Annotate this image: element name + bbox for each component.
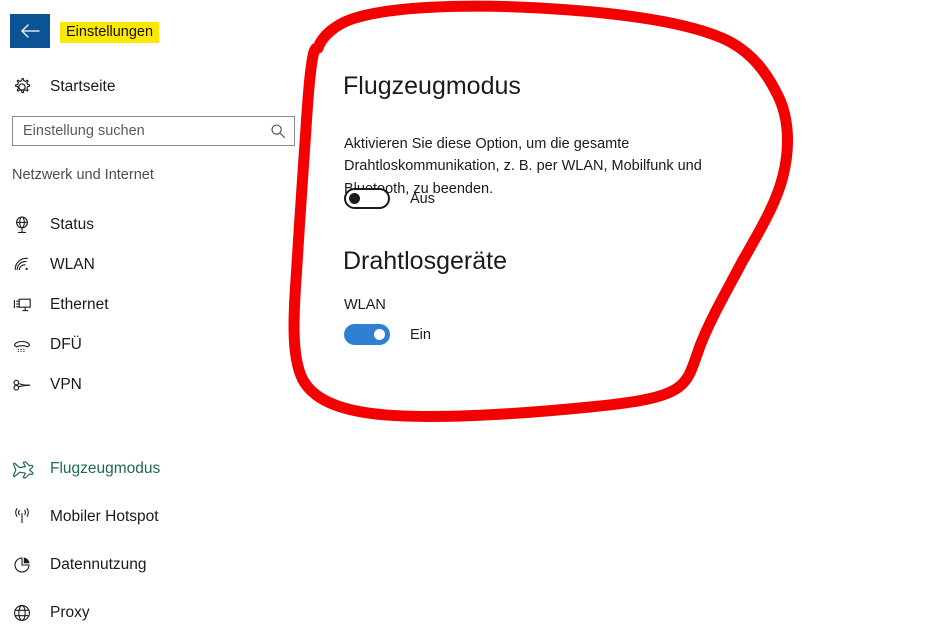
sidebar-item-label: Startseite: [50, 78, 116, 95]
gear-icon: [12, 77, 46, 97]
window-title: Einstellungen: [60, 22, 160, 43]
toggle-knob: [349, 193, 360, 204]
toggle-knob: [374, 329, 385, 340]
sidebar-item-label: WLAN: [50, 256, 95, 273]
sidebar-item-label: Ethernet: [50, 296, 109, 313]
page-title: Flugzeugmodus: [343, 72, 521, 100]
sidebar-item-wlan[interactable]: WLAN: [0, 248, 300, 282]
wlan-toggle-state: Ein: [410, 326, 431, 343]
wlan-toggle[interactable]: [344, 324, 390, 345]
sidebar-item-data-usage[interactable]: Datennutzung: [0, 548, 300, 582]
network-status-icon: [12, 215, 46, 235]
wlan-toggle-row[interactable]: Ein: [344, 324, 431, 345]
sidebar-item-label: Mobiler Hotspot: [50, 508, 159, 525]
sidebar-item-label: Datennutzung: [50, 556, 147, 573]
wlan-device-label: WLAN: [344, 297, 386, 313]
sidebar-item-vpn[interactable]: VPN: [0, 368, 300, 402]
sidebar-item-home[interactable]: Startseite: [0, 70, 300, 104]
sidebar-item-label: Flugzeugmodus: [50, 460, 161, 477]
pie-chart-icon: [12, 555, 46, 575]
sidebar-item-label: DFÜ: [50, 336, 82, 353]
sidebar-item-proxy[interactable]: Proxy: [0, 596, 300, 630]
sidebar-item-ethernet[interactable]: Ethernet: [0, 288, 300, 322]
ethernet-icon: [12, 295, 46, 315]
sidebar-item-airplane-mode[interactable]: Flugzeugmodus: [0, 452, 300, 486]
wireless-devices-heading: Drahtlosgeräte: [343, 247, 507, 275]
sidebar-section-heading: Netzwerk und Internet: [12, 167, 154, 183]
hotspot-broadcast-icon: [12, 507, 46, 527]
sidebar-item-status[interactable]: Status: [0, 208, 300, 242]
airplane-icon: [12, 459, 46, 479]
sidebar-item-label: Proxy: [50, 604, 90, 621]
search-input[interactable]: [13, 118, 270, 144]
airplane-mode-toggle[interactable]: [344, 188, 390, 209]
wifi-icon: [12, 255, 46, 275]
vpn-key-icon: [12, 375, 46, 395]
dialup-phone-icon: [12, 335, 46, 355]
back-button[interactable]: [10, 14, 50, 48]
sidebar-item-dfue[interactable]: DFÜ: [0, 328, 300, 362]
settings-content-pane: Flugzeugmodus Aktivieren Sie diese Optio…: [343, 0, 903, 644]
search-icon[interactable]: [270, 123, 286, 139]
sidebar-item-label: Status: [50, 216, 94, 233]
arrow-left-icon: [20, 23, 40, 39]
airplane-mode-toggle-state: Aus: [410, 190, 435, 207]
settings-sidebar: Startseite Netzwerk und Internet Status: [0, 56, 312, 644]
sidebar-item-label: VPN: [50, 376, 82, 393]
search-box[interactable]: [12, 116, 295, 146]
sidebar-item-mobile-hotspot[interactable]: Mobiler Hotspot: [0, 500, 300, 534]
globe-icon: [12, 603, 46, 623]
airplane-mode-toggle-row[interactable]: Aus: [344, 188, 435, 209]
